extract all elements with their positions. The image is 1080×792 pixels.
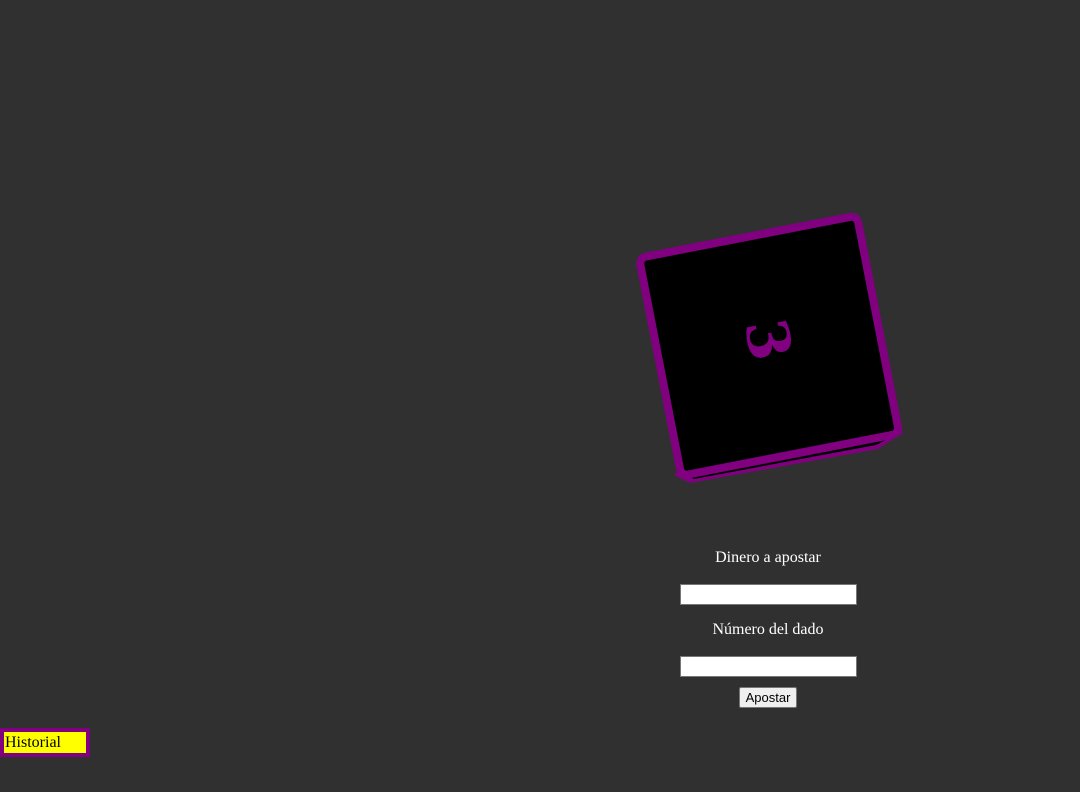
die: 3 — [630, 205, 920, 495]
game-stage: 3 Dinero a apostar Número del dado Apost… — [0, 0, 1080, 792]
die-number-input[interactable] — [679, 656, 857, 677]
die-number-label: Número del dado — [712, 621, 824, 638]
die-graphic: 3 — [636, 212, 906, 483]
bet-submit-button[interactable]: Apostar — [738, 687, 798, 708]
bet-amount-label: Dinero a apostar — [715, 549, 821, 566]
history-button[interactable]: Historial — [0, 728, 90, 757]
bet-amount-input[interactable] — [679, 584, 857, 605]
bet-form: Dinero a apostar Número del dado Apostar — [668, 548, 868, 708]
